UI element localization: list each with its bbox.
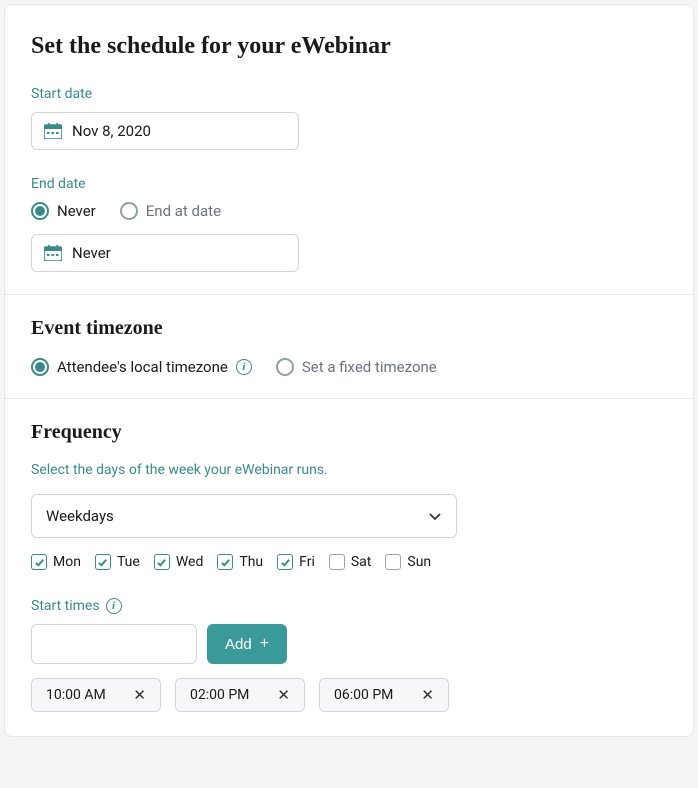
frequency-select[interactable]: Weekdays [31,494,457,538]
end-date-radio-row: Never End at date [31,202,667,220]
day-label: Sat [351,554,372,570]
section-timezone: Event timezone Attendee's local timezone… [5,294,693,398]
time-chip: 06:00 PM ✕ [319,678,449,712]
start-date-value: Nov 8, 2020 [72,122,151,140]
checkbox-icon [154,554,170,570]
start-times-label-text: Start times [31,598,100,614]
info-icon[interactable]: i [236,359,252,375]
checkbox-icon [95,554,111,570]
chevron-down-icon [428,509,442,523]
end-date-label: End date [31,176,667,192]
day-checkbox-tue[interactable]: Tue [95,554,140,570]
day-label: Mon [53,554,81,570]
page-title: Set the schedule for your eWebinar [31,33,667,60]
remove-time-icon[interactable]: ✕ [421,688,434,703]
radio-label-fixed: Set a fixed timezone [302,358,437,376]
radio-icon [276,358,294,376]
plus-icon: + [260,636,269,652]
time-chip: 10:00 AM ✕ [31,678,161,712]
day-checkbox-sat[interactable]: Sat [329,554,372,570]
time-chip-value: 02:00 PM [190,687,249,703]
radio-icon [31,358,49,376]
start-date-group: Start date Nov 8, 2020 [31,86,667,150]
timezone-radio-row: Attendee's local timezone i Set a fixed … [31,358,667,376]
day-label: Thu [239,554,263,570]
radio-end-at-date[interactable]: End at date [120,202,221,220]
radio-icon [120,202,138,220]
remove-time-icon[interactable]: ✕ [133,688,146,703]
days-row: Mon Tue Wed Thu Fri Sat Sun [31,554,667,570]
end-date-group: End date Never End at date [31,176,667,272]
frequency-subtext: Select the days of the week your eWebina… [31,462,667,478]
checkbox-icon [31,554,47,570]
day-checkbox-mon[interactable]: Mon [31,554,81,570]
checkbox-icon [277,554,293,570]
time-chip-value: 10:00 AM [46,687,106,703]
day-checkbox-thu[interactable]: Thu [217,554,263,570]
day-label: Fri [299,554,315,570]
end-date-value: Never [72,244,111,262]
remove-time-icon[interactable]: ✕ [277,688,290,703]
start-times-label: Start times i [31,598,667,614]
timezone-heading: Event timezone [31,317,667,340]
radio-label-attendee: Attendee's local timezone [57,358,228,376]
frequency-select-value: Weekdays [46,507,114,525]
radio-label-end-at: End at date [146,202,221,220]
calendar-icon [44,245,62,261]
day-checkbox-sun[interactable]: Sun [385,554,431,570]
time-input[interactable] [31,624,197,664]
checkbox-icon [329,554,345,570]
radio-end-never[interactable]: Never [31,202,96,220]
add-time-button[interactable]: Add + [207,624,287,664]
checkbox-icon [385,554,401,570]
radio-attendee-tz[interactable]: Attendee's local timezone i [31,358,252,376]
section-dates: Set the schedule for your eWebinar Start… [5,5,693,294]
add-button-label: Add [225,636,252,653]
radio-label-never: Never [57,202,96,220]
start-date-label: Start date [31,86,667,102]
section-frequency: Frequency Select the days of the week yo… [5,398,693,736]
time-chips-row: 10:00 AM ✕ 02:00 PM ✕ 06:00 PM ✕ [31,678,667,712]
radio-icon [31,202,49,220]
start-date-input[interactable]: Nov 8, 2020 [31,112,299,150]
day-label: Wed [176,554,204,570]
frequency-heading: Frequency [31,421,667,444]
time-input-row: Add + [31,624,667,664]
time-chip-value: 06:00 PM [334,687,393,703]
day-checkbox-wed[interactable]: Wed [154,554,204,570]
calendar-icon [44,123,62,139]
radio-fixed-tz[interactable]: Set a fixed timezone [276,358,437,376]
checkbox-icon [217,554,233,570]
end-date-input[interactable]: Never [31,234,299,272]
day-checkbox-fri[interactable]: Fri [277,554,315,570]
schedule-card: Set the schedule for your eWebinar Start… [4,4,694,737]
day-label: Tue [117,554,140,570]
info-icon[interactable]: i [106,598,122,614]
time-chip: 02:00 PM ✕ [175,678,305,712]
day-label: Sun [407,554,431,570]
